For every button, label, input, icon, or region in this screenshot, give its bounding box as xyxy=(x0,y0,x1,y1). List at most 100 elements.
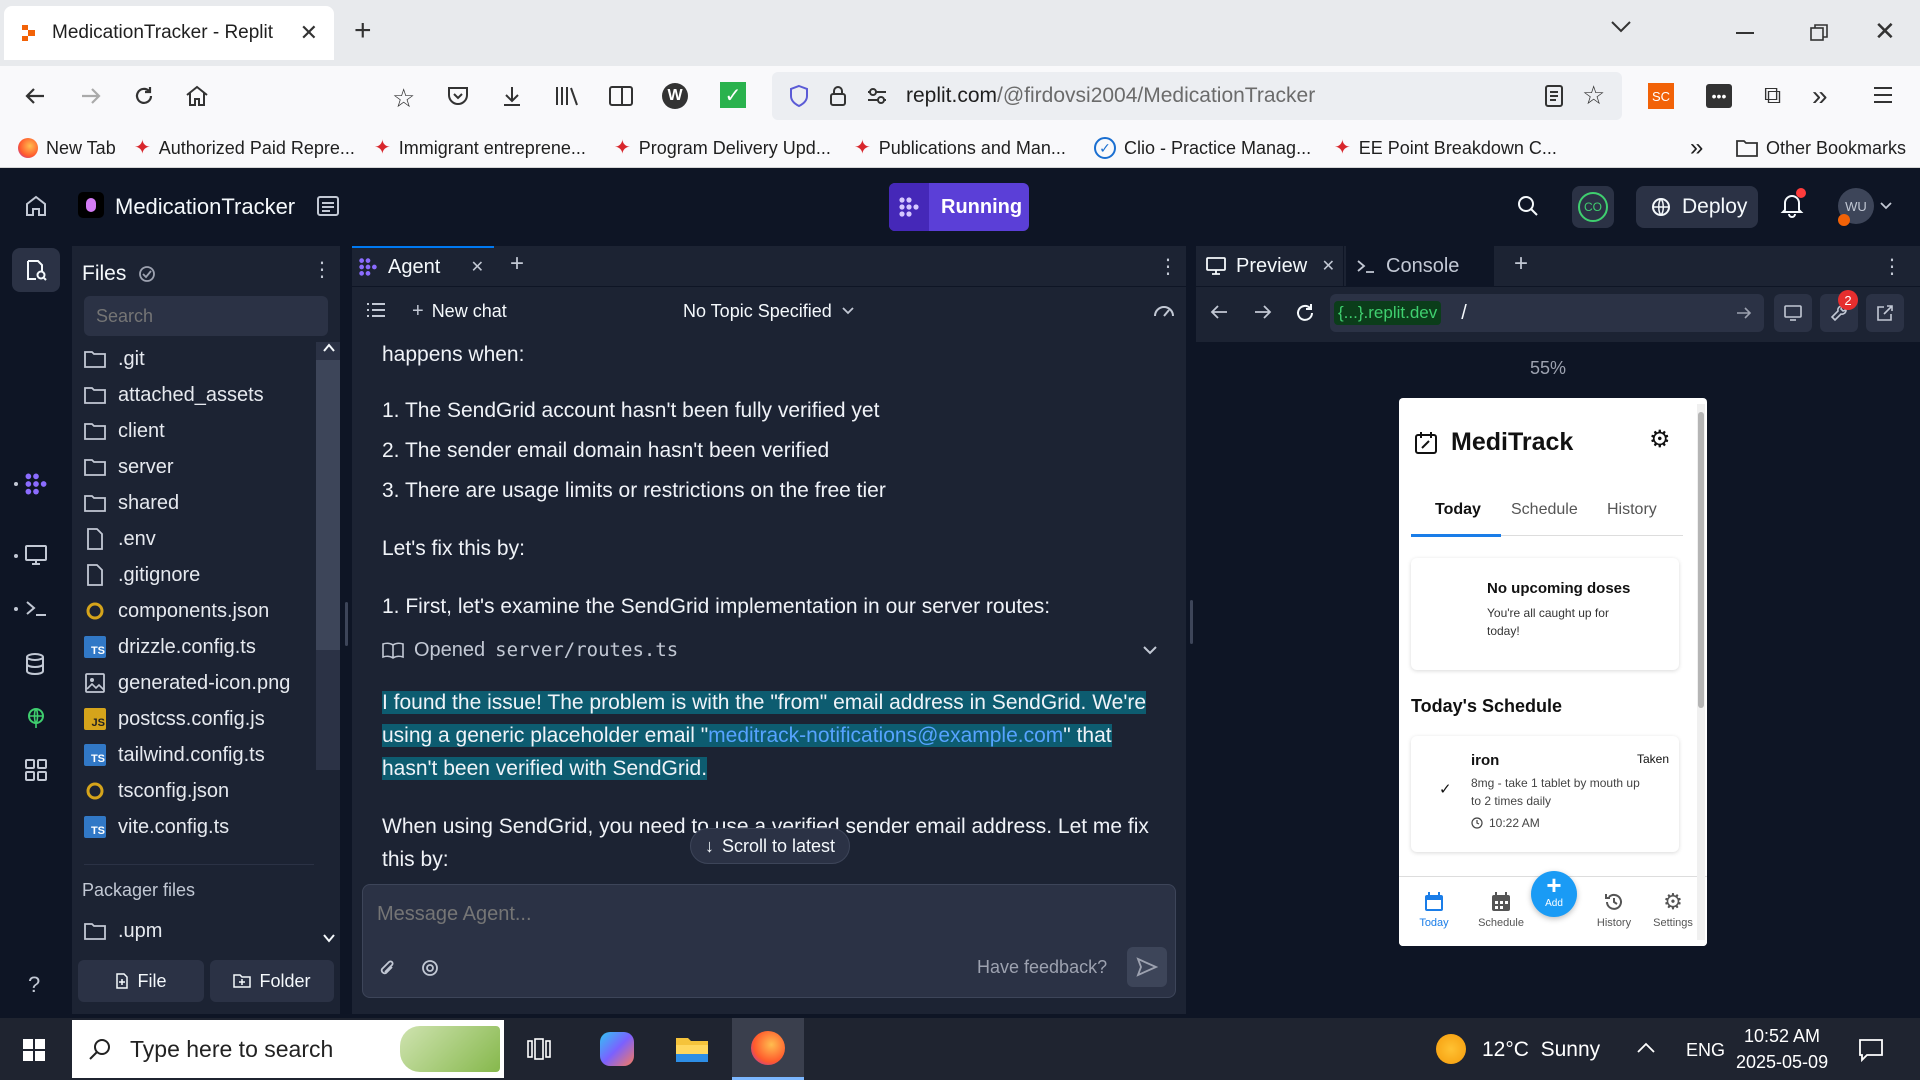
close-tab-icon[interactable]: ✕ xyxy=(471,257,484,277)
tracking-shield-icon[interactable] xyxy=(788,84,810,108)
file-row[interactable]: .env xyxy=(84,522,156,556)
bookmark-item[interactable]: ✦ Program Delivery Upd... xyxy=(614,128,831,168)
app-settings-gear-icon[interactable]: ⚙ xyxy=(1649,428,1671,452)
back-icon[interactable] xyxy=(24,84,48,108)
tab-agent[interactable]: Agent ✕ xyxy=(352,246,494,286)
restore-icon[interactable] xyxy=(1810,24,1828,42)
scroll-to-latest-button[interactable]: ↓ Scroll to latest xyxy=(690,828,851,864)
context-gauge-icon[interactable] xyxy=(1152,300,1176,320)
library-icon[interactable] xyxy=(554,84,580,108)
database-tool-icon[interactable] xyxy=(24,652,46,676)
attach-paperclip-icon[interactable] xyxy=(377,957,397,979)
file-row[interactable]: server xyxy=(84,450,174,484)
preview-tool-icon[interactable] xyxy=(24,544,48,566)
expand-chevron-icon[interactable] xyxy=(1142,645,1158,655)
bookmark-item[interactable]: ✦ EE Point Breakdown C... xyxy=(1334,128,1557,168)
windows-start-icon[interactable] xyxy=(22,1038,46,1062)
preview-back-icon[interactable] xyxy=(1210,302,1230,322)
scrollbar-thumb[interactable] xyxy=(316,360,340,650)
deployments-tool-icon[interactable] xyxy=(24,706,48,730)
new-tab-icon[interactable]: + xyxy=(354,14,372,48)
file-row[interactable]: .gitignore xyxy=(84,558,200,592)
tab-preview[interactable]: Preview ✕ xyxy=(1196,246,1344,286)
firefox-taskbar-button[interactable] xyxy=(732,1018,804,1080)
bookmark-item[interactable]: ✓ Clio - Practice Manag... xyxy=(1094,128,1311,168)
pocket-star-icon[interactable]: ☆ xyxy=(392,83,415,114)
file-row[interactable]: tsconfig.json xyxy=(84,774,229,808)
help-icon[interactable]: ? xyxy=(28,972,40,998)
add-tab-icon[interactable]: + xyxy=(510,250,524,278)
taskbar-search-box[interactable]: Type here to search xyxy=(72,1020,504,1078)
nav-schedule[interactable]: Schedule xyxy=(1471,891,1531,929)
checkmark-extension-icon[interactable]: ✓ xyxy=(720,82,746,108)
add-tab-icon[interactable]: + xyxy=(1514,250,1528,278)
bookmark-new-tab[interactable]: New Tab xyxy=(18,128,116,168)
file-row[interactable]: client xyxy=(84,414,165,448)
sc-extension-icon[interactable]: SC xyxy=(1648,83,1674,109)
bookmarks-overflow-icon[interactable]: » xyxy=(1690,128,1703,168)
pocket-icon[interactable] xyxy=(446,84,470,108)
lock-icon[interactable] xyxy=(828,84,848,108)
file-row[interactable]: TS vite.config.ts xyxy=(84,810,229,844)
chat-history-icon[interactable] xyxy=(366,302,386,318)
open-new-window-icon[interactable] xyxy=(1866,294,1904,332)
project-name[interactable]: MedicationTracker xyxy=(115,194,295,220)
scroll-up-icon[interactable] xyxy=(322,342,336,354)
file-row[interactable]: shared xyxy=(84,486,179,520)
new-folder-button[interactable]: Folder xyxy=(210,960,334,1002)
file-row[interactable]: TS tailwind.config.ts xyxy=(84,738,265,772)
language-indicator[interactable]: ENG xyxy=(1686,1040,1725,1061)
message-input[interactable] xyxy=(377,897,1157,931)
device-toggle-icon[interactable] xyxy=(1774,294,1812,332)
preview-forward-icon[interactable] xyxy=(1252,302,1272,322)
panel-resize-handle[interactable] xyxy=(1190,600,1193,644)
file-row[interactable]: attached_assets xyxy=(84,378,264,412)
url-bar[interactable]: replit.com/@firdovsi2004/MedicationTrack… xyxy=(772,72,1622,120)
bookmark-star-icon[interactable]: ☆ xyxy=(1582,80,1605,111)
home-icon[interactable] xyxy=(24,194,48,218)
file-row-upm[interactable]: .upm xyxy=(84,914,162,948)
agent-panel-menu-icon[interactable]: ⋮ xyxy=(1158,254,1178,279)
feedback-link[interactable]: Have feedback? xyxy=(977,957,1107,978)
password-extension-icon[interactable]: ••• xyxy=(1706,84,1732,108)
preview-url-bar[interactable]: {...}.replit.dev / xyxy=(1330,294,1764,332)
nav-settings[interactable]: ⚙ Settings xyxy=(1645,891,1701,930)
agent-tool-icon[interactable] xyxy=(24,472,48,496)
extensions-puzzle-icon[interactable]: ⧉ xyxy=(1764,82,1781,110)
bookmark-item[interactable]: ✦ Authorized Paid Repre... xyxy=(134,128,355,168)
search-icon[interactable] xyxy=(1516,194,1540,218)
tray-overflow-icon[interactable] xyxy=(1636,1042,1656,1054)
nav-history[interactable]: History xyxy=(1589,891,1639,929)
task-view-icon[interactable] xyxy=(526,1036,552,1062)
overflow-extensions-icon[interactable]: » xyxy=(1812,80,1828,112)
medication-card[interactable]: ✓ iron Taken 8mg - take 1 tablet by mout… xyxy=(1411,736,1679,852)
files-menu-icon[interactable]: ⋮ xyxy=(312,260,332,280)
minimize-icon[interactable] xyxy=(1736,32,1754,34)
url-text[interactable]: replit.com/@firdovsi2004/MedicationTrack… xyxy=(906,84,1315,108)
permissions-icon[interactable] xyxy=(866,86,888,106)
preview-reload-icon[interactable] xyxy=(1294,302,1316,324)
new-chat-button[interactable]: + New chat xyxy=(412,296,507,326)
preview-panel-menu-icon[interactable]: ⋮ xyxy=(1882,254,1902,279)
send-button[interactable] xyxy=(1127,947,1167,987)
notification-center-icon[interactable] xyxy=(1858,1038,1884,1062)
file-row[interactable]: TS drizzle.config.ts xyxy=(84,630,256,664)
clock-date[interactable]: 2025-05-09 xyxy=(1736,1052,1828,1073)
w-extension-icon[interactable]: W xyxy=(662,83,688,109)
app-scrollbar-thumb[interactable] xyxy=(1698,412,1704,708)
other-bookmarks[interactable]: Other Bookmarks xyxy=(1736,128,1906,168)
weather-text[interactable]: 12°C Sunny xyxy=(1482,1038,1600,1062)
file-row[interactable]: JS postcss.config.js xyxy=(84,702,265,736)
notifications-bell-icon[interactable] xyxy=(1780,188,1806,218)
panel-resize-handle[interactable] xyxy=(345,602,348,646)
opened-file-action[interactable]: Opened server/routes.ts xyxy=(382,630,1158,670)
nav-today[interactable]: Today xyxy=(1411,891,1457,929)
collaborator-avatar[interactable]: CO xyxy=(1572,186,1614,228)
sidebar-icon[interactable] xyxy=(608,84,634,108)
app-tab-history[interactable]: History xyxy=(1607,501,1657,519)
file-explorer-icon[interactable] xyxy=(674,1034,710,1064)
email-link[interactable]: meditrack-notifications@example.com xyxy=(708,724,1063,747)
app-tab-today[interactable]: Today xyxy=(1435,501,1481,519)
app-tab-schedule[interactable]: Schedule xyxy=(1511,501,1578,519)
nav-add-button[interactable]: + Add xyxy=(1531,871,1577,917)
